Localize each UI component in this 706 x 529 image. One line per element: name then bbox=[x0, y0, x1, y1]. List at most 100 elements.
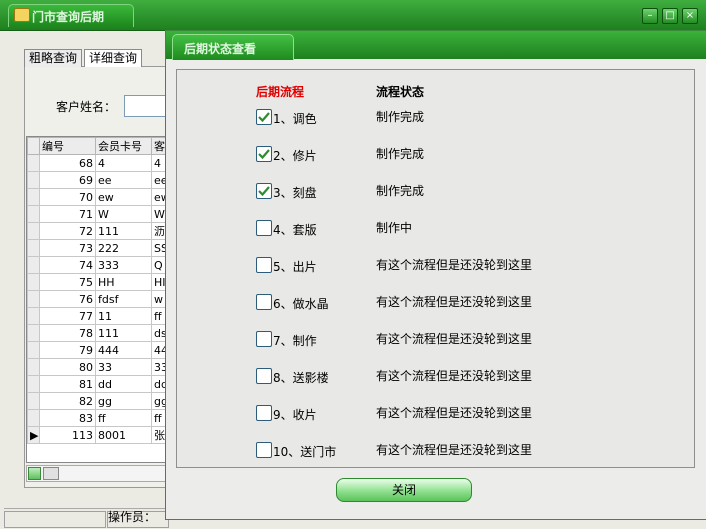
operator-label: 操作员： bbox=[108, 510, 157, 524]
cell-id: 69 bbox=[39, 171, 96, 189]
table-row[interactable]: 73 222 SS bbox=[27, 239, 167, 257]
step-checkbox[interactable] bbox=[256, 257, 272, 273]
cell-card: ee bbox=[95, 171, 152, 189]
row-header[interactable] bbox=[27, 409, 40, 427]
tab-detail-query[interactable]: 详细查询 bbox=[84, 49, 143, 67]
table-row[interactable]: ▶ 113 8001 张 bbox=[27, 426, 167, 444]
step-status: 制作完成 bbox=[376, 110, 425, 124]
cell-id: 72 bbox=[39, 222, 96, 240]
step-status: 有这个流程但是还没轮到这里 bbox=[376, 332, 533, 346]
results-grid[interactable]: 编号 会员卡号 客 684469eeee70ewew71WW72111沥7322… bbox=[26, 136, 168, 463]
cell-card: 444 bbox=[95, 341, 152, 359]
step-label: 5、出片 bbox=[273, 260, 317, 274]
cell-card: 111 bbox=[95, 324, 152, 342]
table-row[interactable]: 72 111 沥 bbox=[27, 222, 167, 240]
table-row[interactable]: 82 gg gg bbox=[27, 392, 167, 410]
table-row[interactable]: 77 11 ff bbox=[27, 307, 167, 325]
checkmark-icon bbox=[258, 149, 270, 160]
table-row[interactable]: 75 HH HI bbox=[27, 273, 167, 291]
row-header[interactable]: ▶ bbox=[27, 426, 40, 444]
step-label: 1、调色 bbox=[273, 112, 317, 126]
table-row[interactable]: 74 333 Q bbox=[27, 256, 167, 274]
step-label: 10、送门市 bbox=[273, 445, 337, 459]
cell-card: fdsf bbox=[95, 290, 152, 308]
cell-id: 71 bbox=[39, 205, 96, 223]
step-label: 2、修片 bbox=[273, 149, 317, 163]
cell-card: dd bbox=[95, 375, 152, 393]
minimize-icon[interactable]: – bbox=[642, 8, 658, 24]
table-row[interactable]: 76 fdsf w bbox=[27, 290, 167, 308]
table-row[interactable]: 71 W W bbox=[27, 205, 167, 223]
table-row[interactable]: 83 ff ff bbox=[27, 409, 167, 427]
step-status: 制作完成 bbox=[376, 184, 425, 198]
table-row[interactable]: 70ewew bbox=[27, 188, 167, 206]
close-button[interactable]: 关闭 bbox=[336, 478, 472, 502]
cell-card: 33 bbox=[95, 358, 152, 376]
step-label: 3、刻盘 bbox=[273, 186, 317, 200]
scroll-thumb[interactable] bbox=[43, 467, 59, 480]
scroll-left-icon[interactable] bbox=[28, 467, 41, 480]
status-cell-1 bbox=[4, 511, 106, 528]
step-status: 制作完成 bbox=[376, 147, 425, 161]
row-header[interactable] bbox=[27, 307, 40, 325]
row-header[interactable] bbox=[27, 341, 40, 359]
customer-name-label: 客户姓名： bbox=[56, 100, 117, 114]
cell-card: 4 bbox=[95, 154, 152, 172]
cell-card: gg bbox=[95, 392, 152, 410]
row-header[interactable] bbox=[27, 324, 40, 342]
step-checkbox[interactable] bbox=[256, 294, 272, 310]
step-checkbox[interactable] bbox=[256, 109, 272, 125]
process-column-header: 后期流程 bbox=[256, 85, 305, 99]
close-window-icon[interactable]: × bbox=[682, 8, 698, 24]
step-checkbox[interactable] bbox=[256, 405, 272, 421]
step-checkbox[interactable] bbox=[256, 183, 272, 199]
step-status: 有这个流程但是还没轮到这里 bbox=[376, 369, 533, 383]
checkmark-icon bbox=[258, 186, 270, 197]
row-header[interactable] bbox=[27, 205, 40, 223]
step-status: 有这个流程但是还没轮到这里 bbox=[376, 295, 533, 309]
cell-card: ff bbox=[95, 409, 152, 427]
step-status: 制作中 bbox=[376, 221, 413, 235]
cell-id: 79 bbox=[39, 341, 96, 359]
step-checkbox[interactable] bbox=[256, 368, 272, 384]
step-status: 有这个流程但是还没轮到这里 bbox=[376, 443, 533, 457]
row-header[interactable] bbox=[27, 392, 40, 410]
cell-id: 73 bbox=[39, 239, 96, 257]
row-header[interactable] bbox=[27, 222, 40, 240]
status-dialog: 后期状态查看 后期流程 流程状态 1、调色 制作完成 2、修片 制作完成 3、刻盘 制作完… bbox=[165, 30, 706, 520]
table-row[interactable]: 68 4 4 bbox=[27, 154, 167, 172]
step-checkbox[interactable] bbox=[256, 220, 272, 236]
row-header[interactable] bbox=[27, 375, 40, 393]
header-id[interactable]: 编号 bbox=[39, 137, 96, 155]
cell-id: 82 bbox=[39, 392, 96, 410]
table-row[interactable]: 80 33 33 bbox=[27, 358, 167, 376]
step-label: 8、送影楼 bbox=[273, 371, 329, 385]
cell-id: 113 bbox=[39, 426, 96, 444]
step-checkbox[interactable] bbox=[256, 331, 272, 347]
step-checkbox[interactable] bbox=[256, 442, 272, 458]
row-header[interactable] bbox=[27, 239, 40, 257]
table-row[interactable]: 81 dd dd bbox=[27, 375, 167, 393]
cell-card: ew bbox=[95, 188, 152, 206]
cell-card: W bbox=[95, 205, 152, 223]
table-row[interactable]: 78 111 ds bbox=[27, 324, 167, 342]
row-header[interactable] bbox=[27, 154, 40, 172]
row-header[interactable] bbox=[27, 256, 40, 274]
header-card[interactable]: 会员卡号 bbox=[95, 137, 152, 155]
horizontal-scrollbar[interactable] bbox=[26, 465, 168, 482]
row-header[interactable] bbox=[27, 290, 40, 308]
cell-id: 68 bbox=[39, 154, 96, 172]
cell-card: 333 bbox=[95, 256, 152, 274]
table-row[interactable]: 69 ee ee bbox=[27, 171, 167, 189]
row-header[interactable] bbox=[27, 273, 40, 291]
row-header[interactable] bbox=[27, 188, 40, 206]
tab-rough-query[interactable]: 粗略查询 bbox=[24, 49, 83, 67]
step-checkbox[interactable] bbox=[256, 146, 272, 162]
row-header[interactable] bbox=[27, 358, 40, 376]
cell-id: 74 bbox=[39, 256, 96, 274]
table-row[interactable]: 79 444 44 bbox=[27, 341, 167, 359]
maximize-icon[interactable]: □ bbox=[662, 8, 678, 24]
step-status: 有这个流程但是还没轮到这里 bbox=[376, 258, 533, 272]
cell-id: 75 bbox=[39, 273, 96, 291]
row-header[interactable] bbox=[27, 171, 40, 189]
